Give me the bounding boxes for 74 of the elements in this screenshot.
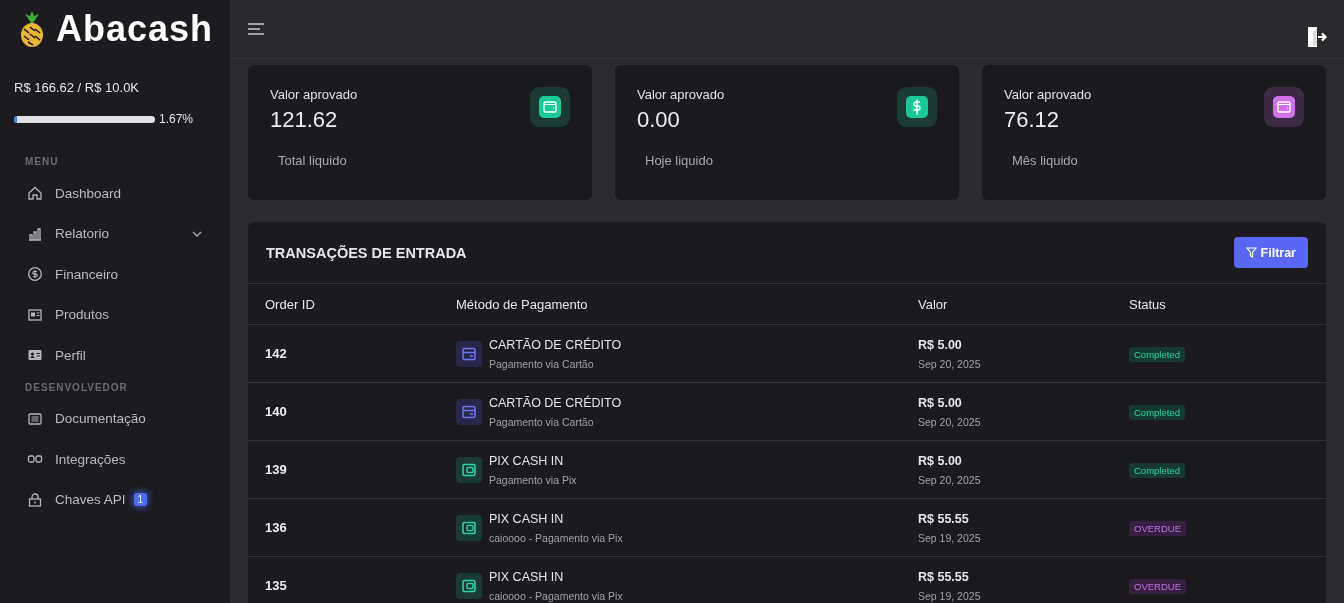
sidebar-item[interactable]: Documentação <box>0 398 230 439</box>
logout-icon[interactable] <box>1306 26 1328 48</box>
filter-icon <box>1245 247 1257 258</box>
table-title: TRANSAÇÕES DE ENTRADA <box>266 244 467 261</box>
sidebar-item[interactable]: Perfil <box>0 335 230 376</box>
payment-method: CARTÃO DE CRÉDITO <box>489 337 622 352</box>
home-icon <box>27 185 43 202</box>
status-badge: OVERDUE <box>1129 520 1186 536</box>
wallet-icon <box>456 514 482 541</box>
order-id: 136 <box>265 520 288 535</box>
date: Sep 20, 2025 <box>918 415 982 428</box>
card-icon <box>456 398 482 425</box>
card-icon <box>456 340 482 367</box>
amount: R$ 55.55 <box>918 511 970 526</box>
sidebar-item[interactable]: Dashboard <box>0 173 230 214</box>
sidebar-item[interactable]: Integrações <box>0 439 230 480</box>
section-heading: MENU <box>24 155 60 169</box>
stat-label: Valor aprovado <box>1004 87 1092 102</box>
sidebar-item[interactable]: Produtos <box>0 294 230 335</box>
amount: R$ 5.00 <box>918 395 963 410</box>
section-heading: DESENVOLVEDOR <box>24 380 129 395</box>
lock-icon <box>27 491 43 508</box>
date: Sep 19, 2025 <box>918 589 982 602</box>
date: Sep 19, 2025 <box>918 531 982 544</box>
filter-button[interactable]: Filtrar <box>1233 237 1308 268</box>
stat-value: 76.12 <box>1004 107 1061 133</box>
stat-caption: Mês liquido <box>1011 153 1079 168</box>
amount: R$ 5.00 <box>918 453 963 468</box>
order-id: 139 <box>265 462 288 477</box>
order-id: 135 <box>265 578 288 593</box>
order-id: 142 <box>265 346 288 361</box>
status-badge: Completed <box>1129 462 1185 478</box>
sidebar-item[interactable]: Financeiro <box>0 254 230 295</box>
payment-description: caioooo - Pagamento via Pix <box>489 589 623 602</box>
column-header: Order ID <box>265 296 316 312</box>
brand-name: Abacash <box>56 8 214 50</box>
payment-method: PIX CASH IN <box>489 511 565 526</box>
date: Sep 20, 2025 <box>918 473 982 486</box>
menu-icon[interactable] <box>248 23 264 35</box>
stat-value: 121.62 <box>270 107 339 133</box>
column-header: Status <box>1129 296 1167 312</box>
status-badge: Completed <box>1129 404 1185 420</box>
count-badge: 1 <box>133 493 148 507</box>
stat-value: 0.00 <box>637 107 681 133</box>
payment-method: PIX CASH IN <box>489 569 565 584</box>
bar-chart-icon <box>27 225 43 242</box>
amount: R$ 5.00 <box>918 337 963 352</box>
payment-method: PIX CASH IN <box>489 453 565 468</box>
limit-amount: R$ 166.62 / R$ 10.0K <box>14 80 141 95</box>
chevron-down-icon <box>192 230 202 237</box>
amount: R$ 55.55 <box>918 569 970 584</box>
date: Sep 20, 2025 <box>918 357 982 370</box>
payment-method: CARTÃO DE CRÉDITO <box>489 395 622 410</box>
progress-percent: 1.67% <box>159 112 194 126</box>
wallet-icon <box>456 456 482 483</box>
stat-caption: Hoje liquido <box>644 153 714 168</box>
payment-description: Pagamento via Pix <box>489 473 577 486</box>
sidebar-item[interactable]: Relatorio <box>0 213 230 254</box>
status-badge: Completed <box>1129 346 1185 362</box>
stat-label: Valor aprovado <box>270 87 358 102</box>
column-header: Valor <box>918 296 949 312</box>
payment-description: Pagamento via Cartão <box>489 357 595 370</box>
product-icon <box>27 306 43 323</box>
wallet-icon <box>456 572 482 599</box>
status-badge: OVERDUE <box>1129 578 1186 594</box>
column-header: Método de Pagamento <box>456 296 589 312</box>
stat-label: Valor aprovado <box>637 87 725 102</box>
order-id: 140 <box>265 404 288 419</box>
payment-description: caioooo - Pagamento via Pix <box>489 531 623 544</box>
sidebar-item[interactable]: Chaves API 1 <box>0 479 230 520</box>
dollar-circle-icon <box>27 266 43 283</box>
stat-caption: Total liquido <box>277 153 348 168</box>
payment-description: Pagamento via Cartão <box>489 415 595 428</box>
document-icon <box>27 410 43 427</box>
